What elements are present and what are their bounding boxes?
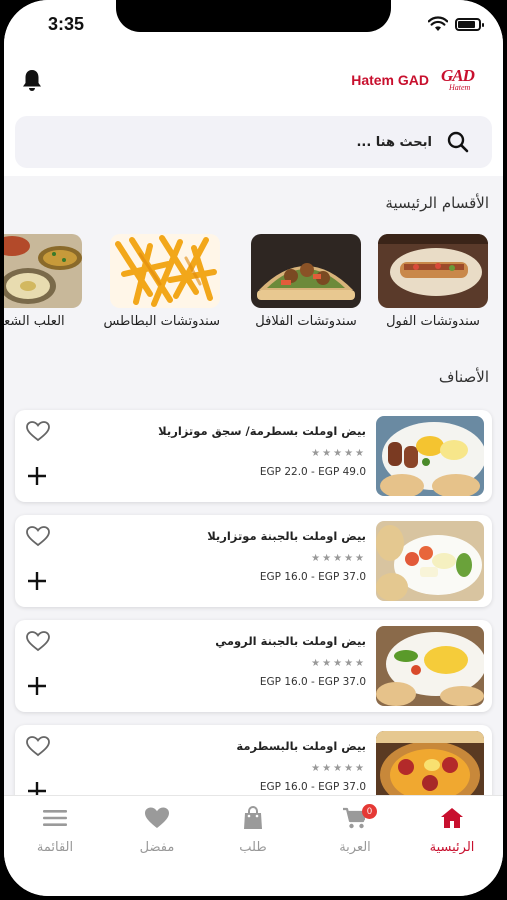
bell-icon[interactable] bbox=[21, 68, 43, 92]
search-input[interactable] bbox=[132, 134, 432, 150]
main-categories-title: الأقسام الرئيسية bbox=[385, 194, 489, 212]
category-image bbox=[378, 234, 488, 308]
items-title: الأصناف bbox=[438, 368, 489, 386]
item-price: EGP 16.0 - EGP 37.0 bbox=[259, 571, 366, 583]
search-bar[interactable] bbox=[15, 116, 492, 168]
bottom-tab-bar: الرئيسية 0 العربة طلب مفضل القائمة bbox=[4, 795, 503, 896]
item-image bbox=[376, 521, 484, 601]
item-image bbox=[376, 626, 484, 706]
tab-cart[interactable]: 0 العربة bbox=[310, 804, 400, 855]
brand-logo: GAD Hatem bbox=[441, 66, 475, 92]
category-label: سندوتشات البطاطس bbox=[103, 314, 220, 329]
tab-orders-label: طلب bbox=[239, 840, 267, 855]
item-name: بيض اوملت بالبسطرمة bbox=[236, 739, 366, 753]
item-rating: ★★★★★ bbox=[311, 448, 366, 459]
category-item[interactable]: سندوتشات الفول bbox=[378, 234, 488, 329]
tab-favorites-label: مفضل bbox=[139, 840, 175, 855]
item-price: EGP 16.0 - EGP 37.0 bbox=[259, 781, 366, 793]
item-name: بيض اوملت بالجبنة الرومي bbox=[215, 634, 366, 648]
item-rating: ★★★★★ bbox=[311, 658, 366, 669]
search-icon bbox=[447, 131, 469, 153]
phone-frame: 3:35 Hatem GAD GAD Hatem ابحث هنا ... ال… bbox=[0, 0, 507, 900]
category-item[interactable]: سندوتشات البطاطس bbox=[103, 234, 220, 329]
item-card[interactable]: بيض اوملت بالجبنة موتزاريلا ★★★★★ EGP 16… bbox=[15, 515, 492, 607]
shopping-bag-icon bbox=[244, 806, 262, 829]
item-card[interactable]: بيض اوملت بالجبنة الرومي ★★★★★ EGP 16.0 … bbox=[15, 620, 492, 712]
heart-icon bbox=[145, 807, 169, 828]
cart-badge: 0 bbox=[362, 804, 377, 819]
categories-carousel[interactable]: سندوتشات الفول سندوتشات الفلافل سندوتشات… bbox=[4, 234, 503, 334]
home-icon bbox=[441, 808, 463, 828]
tab-favorites[interactable]: مفضل bbox=[112, 806, 202, 855]
tab-menu-label: القائمة bbox=[36, 840, 74, 855]
item-card[interactable]: بيض اوملت بسطرمة/ سجق موتزاريلا ★★★★★ EG… bbox=[15, 410, 492, 502]
app-header: Hatem GAD GAD Hatem bbox=[4, 50, 503, 110]
item-rating: ★★★★★ bbox=[311, 553, 366, 564]
brand-name: Hatem GAD bbox=[351, 72, 429, 88]
heart-icon[interactable] bbox=[25, 420, 51, 442]
search-section bbox=[4, 110, 503, 176]
category-label: سندوتشات الفلافل bbox=[255, 314, 357, 329]
category-image bbox=[4, 234, 82, 308]
add-to-cart-icon[interactable] bbox=[27, 466, 47, 486]
heart-icon[interactable] bbox=[25, 525, 51, 547]
category-image bbox=[110, 234, 220, 308]
app-screen: 3:35 Hatem GAD GAD Hatem ابحث هنا ... ال… bbox=[4, 0, 503, 896]
battery-icon bbox=[455, 17, 484, 31]
brand: Hatem GAD GAD Hatem bbox=[351, 64, 487, 96]
heart-icon[interactable] bbox=[25, 735, 51, 757]
item-rating: ★★★★★ bbox=[311, 763, 366, 774]
tab-home[interactable]: الرئيسية bbox=[407, 806, 497, 855]
tab-menu[interactable]: القائمة bbox=[10, 806, 100, 855]
item-name: بيض اوملت بسطرمة/ سجق موتزاريلا bbox=[158, 424, 366, 438]
add-to-cart-icon[interactable] bbox=[27, 676, 47, 696]
heart-icon[interactable] bbox=[25, 630, 51, 652]
tab-cart-label: العربة bbox=[339, 840, 371, 855]
category-item[interactable]: العلب الشعبية bbox=[4, 234, 82, 329]
item-price: EGP 22.0 - EGP 49.0 bbox=[259, 466, 366, 478]
category-item[interactable]: سندوتشات الفلافل bbox=[251, 234, 361, 329]
category-label: سندوتشات الفول bbox=[386, 314, 480, 329]
tab-orders[interactable]: طلب bbox=[208, 806, 298, 855]
item-name: بيض اوملت بالجبنة موتزاريلا bbox=[207, 529, 366, 543]
notch bbox=[116, 0, 391, 32]
wifi-icon bbox=[428, 16, 448, 31]
status-time: 3:35 bbox=[48, 14, 85, 34]
tab-home-label: الرئيسية bbox=[429, 840, 475, 855]
category-image bbox=[251, 234, 361, 308]
item-price: EGP 16.0 - EGP 37.0 bbox=[259, 676, 366, 688]
item-image bbox=[376, 416, 484, 496]
menu-icon bbox=[43, 810, 67, 826]
add-to-cart-icon[interactable] bbox=[27, 571, 47, 591]
category-label: العلب الشعبية bbox=[4, 314, 65, 329]
